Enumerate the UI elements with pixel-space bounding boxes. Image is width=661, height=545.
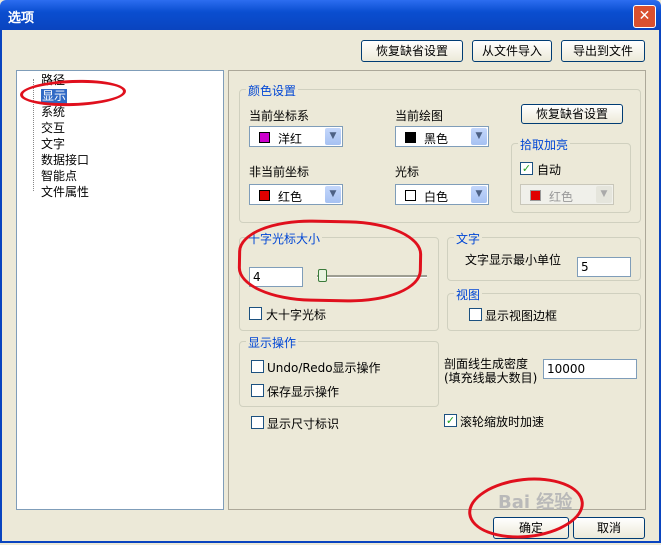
tree-item-text[interactable]: 文字 (41, 137, 65, 152)
chevron-down-icon[interactable]: ▼ (471, 186, 487, 203)
options-tree[interactable]: 路径 显示 系统 交互 文字 数据接口 智能点 文件属性 (16, 70, 224, 510)
noncurrent-axis-color-select[interactable]: 红色 ▼ (249, 184, 343, 205)
undo-redo-checkbox[interactable] (251, 360, 264, 373)
save-display-label: 保存显示操作 (267, 385, 340, 399)
color-swatch (259, 190, 270, 201)
text-group-title: 文字 (454, 230, 483, 247)
current-draw-color-select[interactable]: 黑色 ▼ (395, 126, 489, 147)
color-restore-defaults-button[interactable]: 恢复缺省设置 (521, 104, 623, 124)
title-bar[interactable]: 选项 ✕ (0, 0, 661, 30)
cursor-value: 白色 (424, 190, 449, 204)
window-title: 选项 (8, 11, 35, 26)
show-view-border-checkbox[interactable] (469, 308, 482, 321)
auto-label: 自动 (537, 163, 562, 177)
big-crosshair-checkbox[interactable] (249, 307, 262, 320)
chevron-down-icon[interactable]: ▼ (596, 186, 612, 203)
export-file-button[interactable]: 导出到文件 (561, 40, 645, 62)
color-settings-title: 颜色设置 (246, 82, 299, 99)
cursor-label: 光标 (395, 165, 420, 179)
wheel-zoom-label: 滚轮缩放时加速 (460, 415, 545, 429)
wheel-zoom-checkbox[interactable]: ✓ (444, 414, 457, 427)
show-view-border-label: 显示视图边框 (485, 309, 558, 323)
close-icon[interactable]: ✕ (633, 5, 656, 28)
current-axis-value: 洋红 (278, 132, 303, 146)
show-dims-checkbox[interactable] (251, 416, 264, 429)
chevron-down-icon[interactable]: ▼ (325, 186, 341, 203)
undo-redo-label: Undo/Redo显示操作 (267, 361, 381, 375)
tree-item-data-interface[interactable]: 数据接口 (41, 153, 89, 168)
noncurrent-axis-value: 红色 (278, 190, 303, 204)
min-text-unit-label: 文字显示最小单位 (465, 253, 562, 267)
noncurrent-axis-label: 非当前坐标 (249, 165, 310, 179)
tree-item-file-properties[interactable]: 文件属性 (41, 185, 89, 200)
display-ops-title: 显示操作 (246, 334, 299, 351)
annotation-circle-crosshair (237, 218, 423, 304)
import-file-button[interactable]: 从文件导入 (472, 40, 552, 62)
current-draw-value: 黑色 (424, 132, 449, 146)
pick-color-value: 红色 (549, 190, 574, 204)
cursor-color-select[interactable]: 白色 ▼ (395, 184, 489, 205)
current-axis-label: 当前坐标系 (249, 109, 310, 123)
save-display-checkbox[interactable] (251, 384, 264, 397)
min-text-unit-input[interactable]: 5 (577, 257, 631, 277)
current-axis-color-select[interactable]: 洋红 ▼ (249, 126, 343, 147)
pick-color-select[interactable]: 红色 ▼ (520, 184, 614, 205)
color-swatch (530, 190, 541, 201)
pick-highlight-title: 拾取加亮 (518, 136, 571, 153)
chevron-down-icon[interactable]: ▼ (471, 128, 487, 145)
view-group-title: 视图 (454, 286, 483, 303)
tree-item-interaction[interactable]: 交互 (41, 121, 65, 136)
big-crosshair-label: 大十字光标 (266, 308, 327, 322)
restore-defaults-button[interactable]: 恢复缺省设置 (361, 40, 463, 62)
color-swatch (259, 132, 270, 143)
tree-item-smart-point[interactable]: 智能点 (41, 169, 77, 184)
show-dims-label: 显示尺寸标识 (267, 417, 340, 431)
tree-item-system[interactable]: 系统 (41, 105, 65, 120)
current-draw-label: 当前绘图 (395, 109, 444, 123)
color-swatch (405, 190, 416, 201)
cancel-button[interactable]: 取消 (573, 517, 645, 539)
hatch-density-input[interactable]: 10000 (543, 359, 637, 379)
auto-checkbox[interactable]: ✓ (520, 162, 533, 175)
color-swatch (405, 132, 416, 143)
chevron-down-icon[interactable]: ▼ (325, 128, 341, 145)
hatch-density-sublabel: (填充线最大数目) (444, 371, 538, 385)
